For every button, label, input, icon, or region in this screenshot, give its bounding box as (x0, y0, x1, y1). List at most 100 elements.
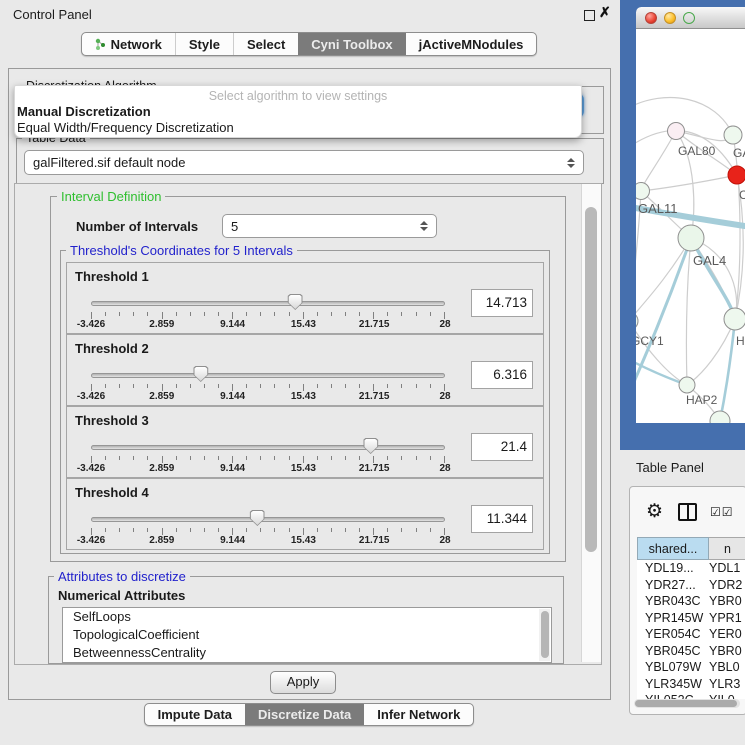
slider-ticks (91, 312, 445, 319)
close-traffic-light-icon[interactable] (645, 12, 657, 24)
tick-mark (416, 456, 417, 460)
threshold-3-value-input[interactable]: 21.4 (471, 433, 533, 461)
cell-name[interactable]: YDL1 (709, 561, 745, 575)
algorithm-option-equal-width[interactable]: Equal Width/Frequency Discretization (15, 120, 581, 136)
horizontal-scrollbar-thumb[interactable] (635, 700, 737, 707)
table-header-row: shared... n (637, 537, 745, 560)
float-window-icon[interactable] (584, 10, 595, 21)
tab-impute-data[interactable]: Impute Data (145, 704, 245, 725)
slider-handle[interactable] (193, 366, 208, 382)
table-row[interactable]: YLR345WYLR3 (637, 676, 745, 693)
attribute-list-item[interactable]: TopologicalCoefficient (63, 626, 551, 644)
zoom-traffic-light-icon[interactable] (683, 12, 695, 24)
tick-label: 2.859 (149, 535, 174, 546)
table-row[interactable]: YDR27...YDR2 (637, 577, 745, 594)
tick-mark (246, 528, 247, 532)
tab-network[interactable]: Network (82, 33, 175, 55)
cell-shared-name[interactable]: YBR045C (637, 644, 709, 658)
table-data-combobox[interactable]: galFiltered.sif default node (24, 150, 584, 175)
cell-shared-name[interactable]: YPR145W (637, 611, 709, 625)
number-of-intervals-combobox[interactable]: 5 (222, 214, 437, 238)
tab-jactivemnodules[interactable]: jActiveMNodules (406, 33, 537, 55)
horizontal-scrollbar[interactable] (634, 699, 740, 708)
table-row[interactable]: YBR043CYBR0 (637, 593, 745, 610)
node-label-gal4: GAL4 (693, 253, 726, 268)
threshold-3-slider[interactable] (91, 443, 445, 453)
threshold-1-value-input[interactable]: 14.713 (471, 289, 533, 317)
algorithm-placeholder-option[interactable]: Select algorithm to view settings (15, 88, 581, 104)
column-header-name[interactable]: n (709, 537, 745, 560)
cell-name[interactable]: YDR2 (709, 578, 745, 592)
cell-name[interactable]: YER0 (709, 627, 745, 641)
numerical-attributes-list[interactable]: SelfLoopsTopologicalCoefficientBetweenne… (62, 607, 552, 663)
list-scrollbar[interactable] (539, 609, 550, 661)
tab-style[interactable]: Style (175, 33, 233, 55)
gear-icon[interactable]: ⚙ (646, 502, 663, 521)
network-canvas[interactable]: GAL80 GA C GAL11 GAL4 GCY1 H HAP2 (636, 29, 745, 423)
tick-mark (133, 528, 134, 532)
cell-shared-name[interactable]: YER054C (637, 627, 709, 641)
threshold-2-slider[interactable] (91, 371, 445, 381)
tick-mark (444, 528, 445, 535)
tick-mark (359, 456, 360, 460)
tick-mark (204, 384, 205, 388)
threshold-4-slider[interactable] (91, 515, 445, 525)
tick-mark (444, 456, 445, 463)
cell-name[interactable]: YBR0 (709, 644, 745, 658)
threshold-1-slider[interactable] (91, 299, 445, 309)
select-all-checkboxes-icon[interactable]: ☑☑ (710, 505, 734, 519)
minimize-traffic-light-icon[interactable] (664, 12, 676, 24)
tick-mark (345, 384, 346, 388)
table-row[interactable]: YBL079WYBL0 (637, 659, 745, 676)
vertical-scrollbar[interactable] (581, 184, 601, 662)
number-of-intervals-value: 5 (231, 219, 238, 234)
slider-handle[interactable] (363, 438, 378, 454)
attribute-list-item[interactable]: SelfLoops (63, 608, 551, 626)
tick-mark (176, 528, 177, 532)
slider-track[interactable] (91, 301, 445, 306)
tab-infer-network[interactable]: Infer Network (364, 704, 473, 725)
tick-mark (147, 312, 148, 316)
cell-name[interactable]: YBR0 (709, 594, 745, 608)
table-row[interactable]: YPR145WYPR1 (637, 610, 745, 627)
slider-track[interactable] (91, 373, 445, 378)
cell-shared-name[interactable]: YLR345W (637, 677, 709, 691)
tick-mark (289, 384, 290, 388)
tab-discretize-data[interactable]: Discretize Data (245, 704, 364, 725)
node-label-partial-low-right: H (736, 334, 745, 348)
tick-label: 15.43 (291, 319, 316, 330)
tab-cyni-toolbox[interactable]: Cyni Toolbox (298, 33, 405, 55)
columns-icon[interactable] (678, 503, 697, 521)
slider-track[interactable] (91, 517, 445, 522)
cell-shared-name[interactable]: YDR27... (637, 578, 709, 592)
close-icon[interactable]: ✗ (599, 4, 611, 21)
scrollbar-thumb[interactable] (585, 207, 597, 552)
apply-button[interactable]: Apply (270, 671, 336, 694)
table-row[interactable]: YBR045CYBR0 (637, 643, 745, 660)
attribute-list-item[interactable]: BetweennessCentrality (63, 644, 551, 662)
tab-select[interactable]: Select (233, 33, 298, 55)
table-row[interactable]: YDL19...YDL1 (637, 560, 745, 577)
tick-mark (260, 312, 261, 316)
cell-name[interactable]: YPR1 (709, 611, 745, 625)
tick-mark (331, 528, 332, 532)
cell-shared-name[interactable]: YBR043C (637, 594, 709, 608)
network-view-window[interactable]: GAL80 GA C GAL11 GAL4 GCY1 H HAP2 (620, 0, 745, 450)
slider-handle[interactable] (250, 510, 265, 526)
slider-track[interactable] (91, 445, 445, 450)
list-scrollbar-thumb[interactable] (541, 611, 549, 658)
table-row[interactable]: YER054CYER0 (637, 626, 745, 643)
table-row[interactable]: YIL052CYIL0 (637, 692, 745, 699)
tick-mark (204, 528, 205, 532)
cell-shared-name[interactable]: YDL19... (637, 561, 709, 575)
cell-shared-name[interactable]: YBL079W (637, 660, 709, 674)
network-window-titlebar[interactable] (636, 7, 745, 29)
threshold-2-value-input[interactable]: 6.316 (471, 361, 533, 389)
algorithm-option-manual[interactable]: Manual Discretization (15, 104, 581, 120)
cell-name[interactable]: YLR3 (709, 677, 745, 691)
column-header-shared-name[interactable]: shared... (637, 537, 709, 560)
threshold-4-value-input[interactable]: 11.344 (471, 505, 533, 533)
threshold-2-label: Threshold 2 (75, 341, 149, 356)
slider-handle[interactable] (288, 294, 303, 310)
cell-name[interactable]: YBL0 (709, 660, 745, 674)
